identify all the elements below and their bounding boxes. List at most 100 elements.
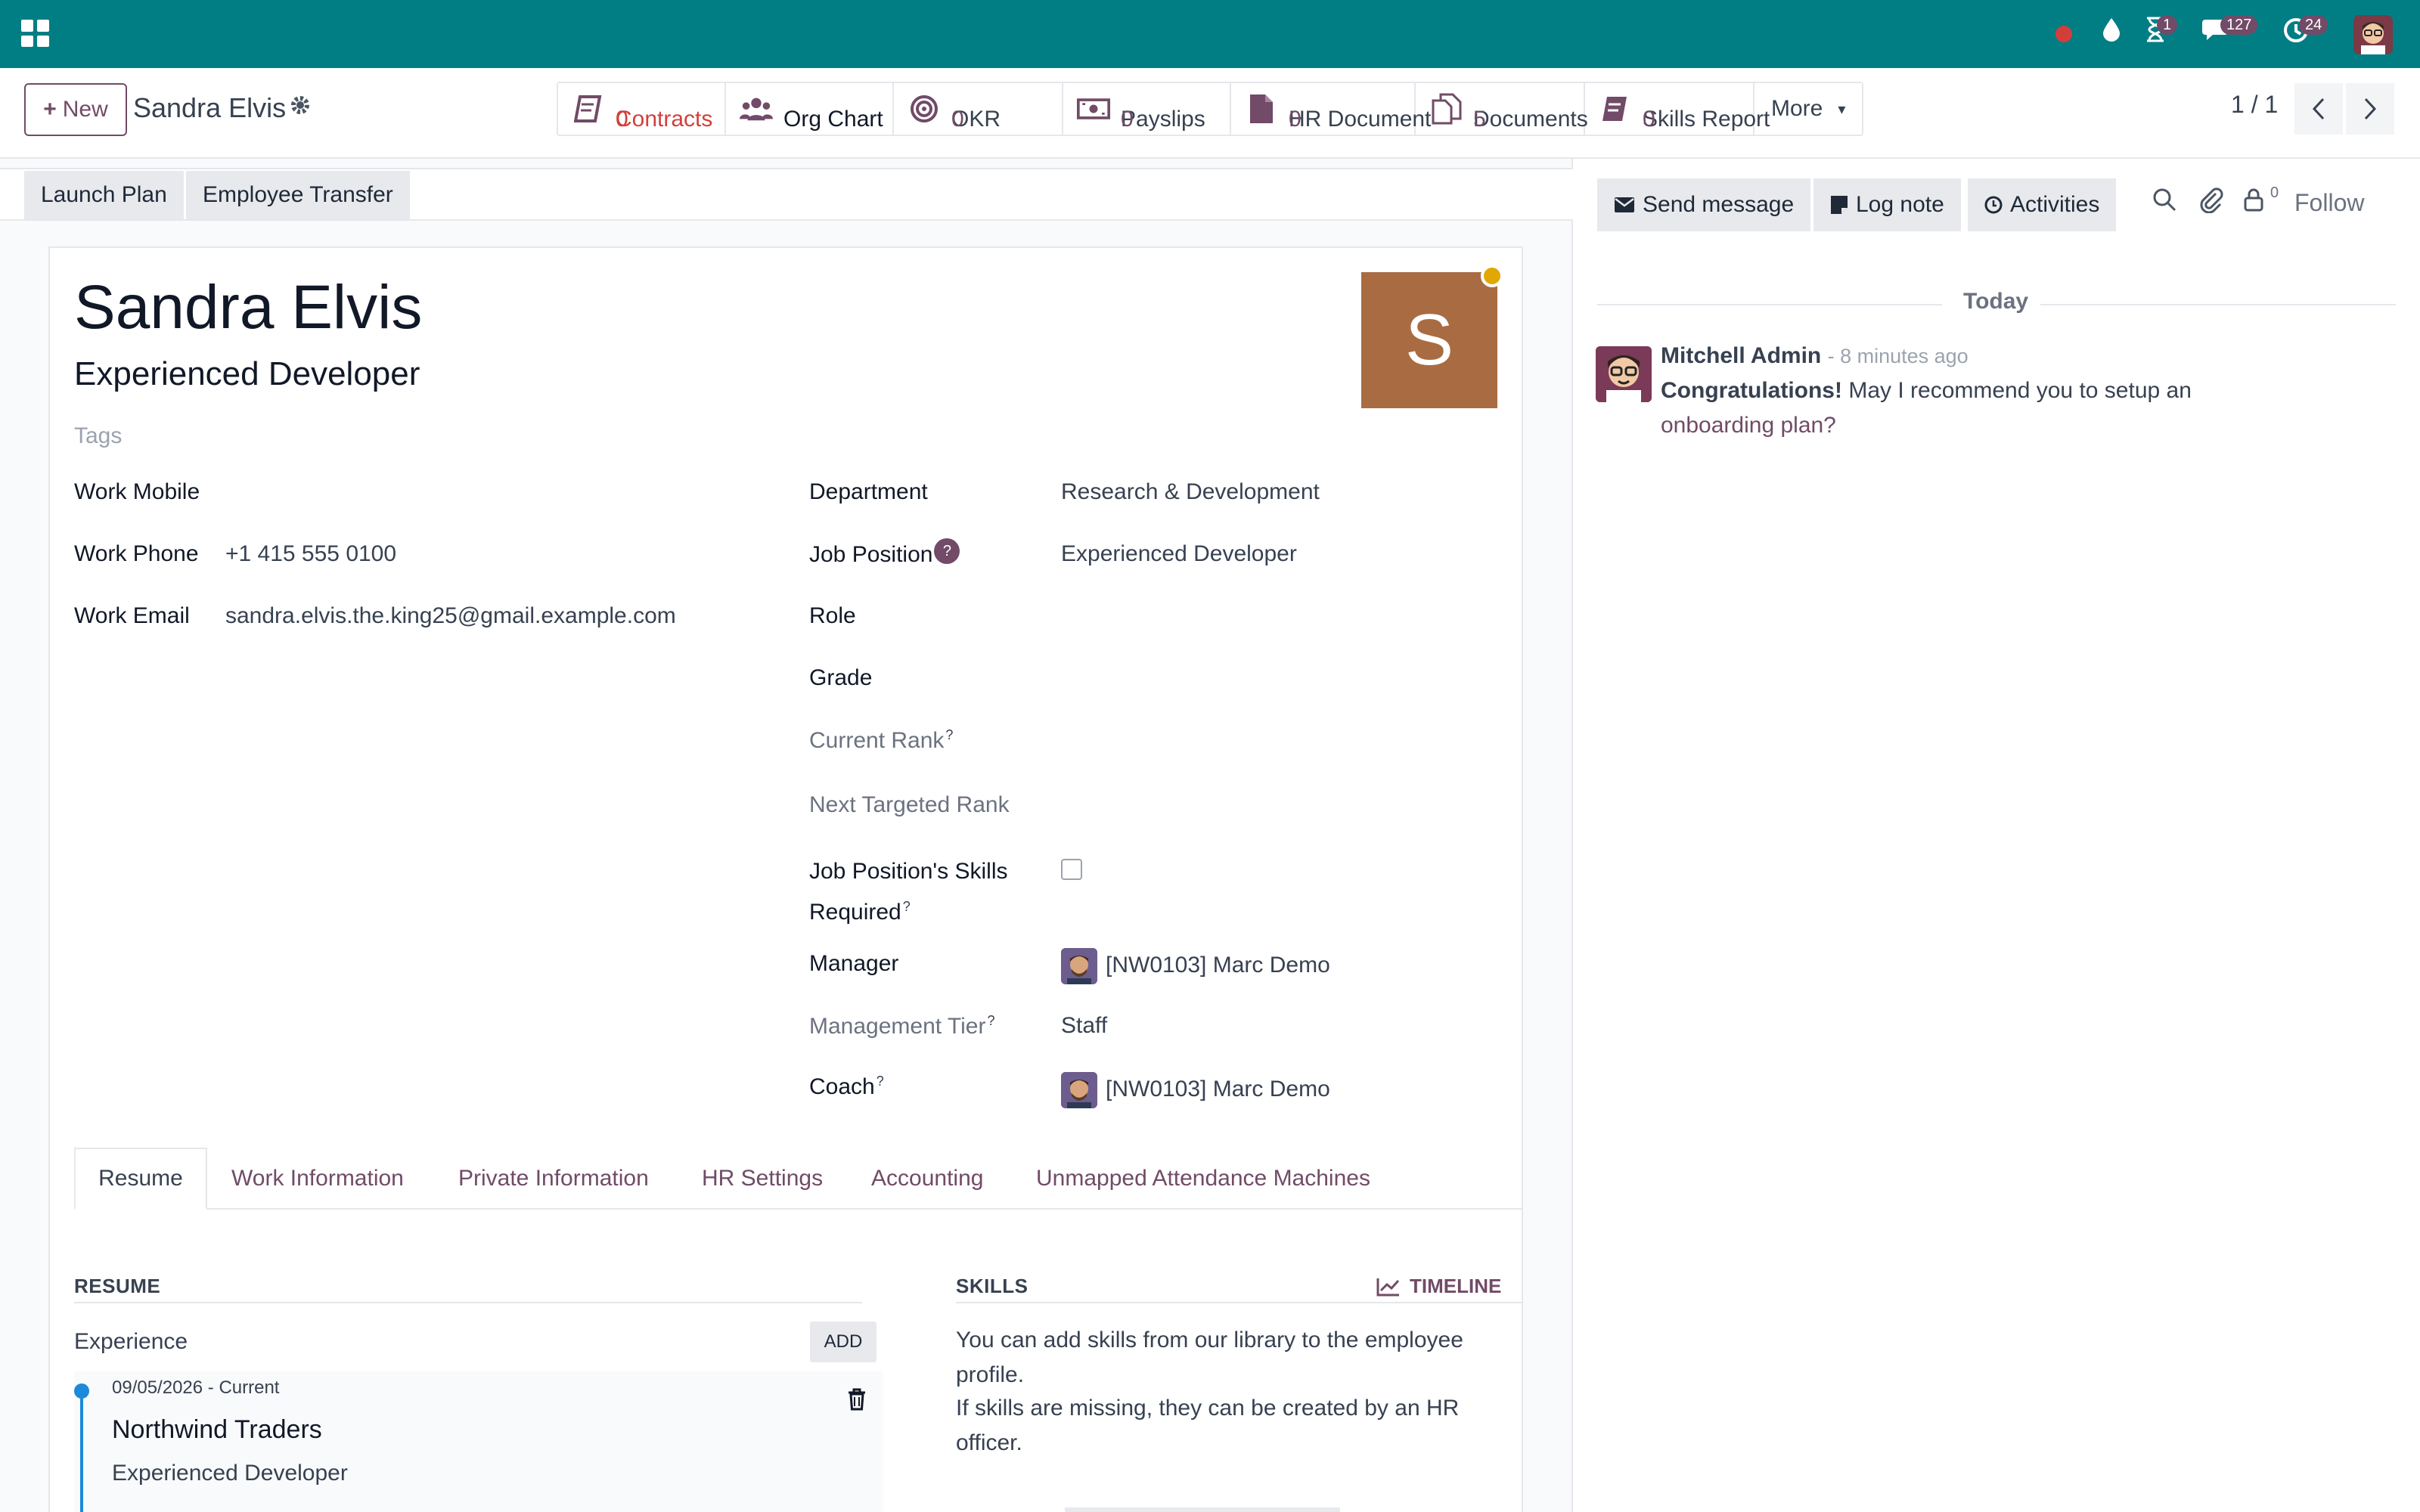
activities-button[interactable]: Activities xyxy=(1968,178,2117,231)
department-field[interactable]: Research & Development xyxy=(1061,479,1320,505)
payslips-count: 0 xyxy=(1121,107,1134,132)
tab-resume[interactable]: Resume xyxy=(74,1148,207,1210)
skills-report-label: Skills Report xyxy=(1643,107,1770,132)
work-mobile-field[interactable] xyxy=(225,479,755,507)
skills-report-count: 0 xyxy=(1643,107,1655,132)
apps-menu-icon[interactable] xyxy=(21,20,50,47)
new-button[interactable]: + New xyxy=(24,83,127,136)
money-bill-icon xyxy=(1077,92,1110,125)
user-avatar[interactable] xyxy=(2353,15,2393,54)
chevron-left-icon xyxy=(2312,98,2325,120)
caret-down-icon: ▾ xyxy=(1838,101,1846,118)
tab-hr-settings[interactable]: HR Settings xyxy=(678,1148,847,1210)
smart-button-hr-document[interactable]: HR Document 0 xyxy=(1231,83,1431,135)
job-position-label: Job Position xyxy=(809,542,933,567)
pager-previous-button[interactable] xyxy=(2294,83,2343,135)
org-chart-label: Org Chart xyxy=(783,107,883,132)
more-dropdown-button[interactable]: More ▾ xyxy=(1754,83,1863,135)
manager-field[interactable]: [NW0103] Marc Demo xyxy=(1106,953,1330,978)
add-resume-line-button[interactable]: ADD xyxy=(810,1321,876,1362)
book-icon xyxy=(1599,92,1632,125)
current-rank-help[interactable]: ? xyxy=(945,727,953,742)
search-icon[interactable] xyxy=(2152,187,2176,218)
line-chart-icon xyxy=(1376,1278,1400,1296)
pager-value[interactable]: 1 / 1 xyxy=(2231,91,2278,119)
recording-dot-icon[interactable] xyxy=(2055,26,2072,42)
tags-input[interactable]: Tags xyxy=(74,423,122,449)
timeline-label: TIMELINE xyxy=(1410,1275,1502,1297)
resume-section-title: RESUME xyxy=(74,1275,161,1297)
more-label: More xyxy=(1771,96,1823,121)
job-position-field[interactable]: Experienced Developer xyxy=(1061,541,1297,567)
employee-transfer-button[interactable]: Employee Transfer xyxy=(186,171,410,219)
breadcrumb-record-name: Sandra Elvis xyxy=(133,92,287,123)
role-field[interactable] xyxy=(1061,603,1485,631)
trash-icon[interactable] xyxy=(847,1388,867,1414)
smart-buttons-bar: Contracts 0 Org Chart OKR 0 Payslips 0 H… xyxy=(557,82,1864,136)
employee-name[interactable]: Sandra Elvis xyxy=(74,272,422,343)
hr-document-count: 0 xyxy=(1289,107,1302,132)
smart-button-org-chart[interactable]: Org Chart xyxy=(726,83,894,135)
message-author-avatar[interactable] xyxy=(1596,346,1652,402)
message-author[interactable]: Mitchell Admin xyxy=(1661,343,1821,368)
message-text: May I recommend you to setup an xyxy=(1848,378,2192,403)
followers-lock-icon[interactable] xyxy=(2243,187,2264,218)
smart-button-skills-report[interactable]: Skills Report 0 xyxy=(1585,83,1770,135)
org-chart-users-icon xyxy=(740,92,773,125)
skills-help-text-line4: officer. xyxy=(956,1430,1022,1455)
coach-field[interactable]: [NW0103] Marc Demo xyxy=(1106,1077,1330,1102)
launch-plan-button[interactable]: Launch Plan xyxy=(24,171,184,219)
message-time: - 8 minutes ago xyxy=(1827,345,1969,367)
today-divider-left xyxy=(1597,304,1942,305)
okr-count: 0 xyxy=(951,107,964,132)
top-navbar: 1 127 24 xyxy=(0,0,2420,68)
paperclip-icon[interactable] xyxy=(2199,187,2223,219)
today-divider-right xyxy=(2040,304,2396,305)
log-note-button[interactable]: Log note xyxy=(1813,178,1961,231)
timeline-link[interactable]: TIMELINE xyxy=(1376,1275,1501,1298)
envelope-icon xyxy=(1615,197,1634,212)
tab-private-information[interactable]: Private Information xyxy=(434,1148,673,1210)
message-bold-text: Congratulations! xyxy=(1661,378,1842,403)
skills-help-text-line3: If skills are missing, they can be creat… xyxy=(956,1396,1460,1421)
department-label: Department xyxy=(809,479,928,504)
coach-help[interactable]: ? xyxy=(876,1074,884,1089)
contracts-count: 0 xyxy=(616,107,628,132)
work-mobile-label: Work Mobile xyxy=(74,479,200,504)
message-header: Mitchell Admin - 8 minutes ago xyxy=(1661,343,1969,369)
tab-accounting[interactable]: Accounting xyxy=(847,1148,1007,1210)
skills-required-help[interactable]: ? xyxy=(903,899,911,914)
target-icon xyxy=(908,92,941,125)
work-phone-field[interactable]: +1 415 555 0100 xyxy=(225,541,396,567)
skills-help-text-line2: profile. xyxy=(956,1362,1025,1387)
grade-field[interactable] xyxy=(1061,665,1485,692)
pager-next-button[interactable] xyxy=(2346,83,2394,135)
activities-label: Activities xyxy=(2010,192,2100,217)
onboarding-plan-link[interactable]: onboarding plan? xyxy=(1661,413,1836,438)
send-message-button[interactable]: Send message xyxy=(1597,178,1811,231)
presence-status-dot xyxy=(1481,265,1503,287)
tab-unmapped-attendance-machines[interactable]: Unmapped Attendance Machines xyxy=(1012,1148,1395,1210)
help-question-icon[interactable]: ? xyxy=(934,538,960,564)
employee-job-title[interactable]: Experienced Developer xyxy=(74,355,420,393)
skills-pick-button-edge[interactable] xyxy=(1065,1507,1340,1512)
follow-button[interactable]: Follow xyxy=(2294,189,2364,217)
smart-button-okr[interactable]: OKR 0 xyxy=(894,83,1063,135)
skills-section-title: SKILLS xyxy=(956,1275,1028,1297)
work-email-field[interactable]: sandra.elvis.the.king25@gmail.example.co… xyxy=(225,603,676,629)
smart-button-contracts[interactable]: Contracts 0 xyxy=(558,83,726,135)
coach-avatar xyxy=(1061,1072,1097,1108)
experience-label: Experience xyxy=(74,1329,188,1354)
resume-section-divider xyxy=(74,1302,862,1303)
coach-label: Coach xyxy=(809,1074,875,1099)
messages-count-badge: 127 xyxy=(2220,15,2258,35)
droplet-icon[interactable] xyxy=(2096,17,2127,51)
skills-required-checkbox[interactable] xyxy=(1061,859,1082,880)
employee-avatar[interactable]: S xyxy=(1361,272,1497,408)
management-tier-field[interactable]: Staff xyxy=(1061,1013,1107,1039)
gear-icon[interactable] xyxy=(289,94,312,122)
management-tier-help[interactable]: ? xyxy=(987,1013,994,1028)
smart-button-documents[interactable]: Documents 5 xyxy=(1416,83,1588,135)
smart-button-payslips[interactable]: Payslips 0 xyxy=(1063,83,1231,135)
tab-work-information[interactable]: Work Information xyxy=(207,1148,428,1210)
